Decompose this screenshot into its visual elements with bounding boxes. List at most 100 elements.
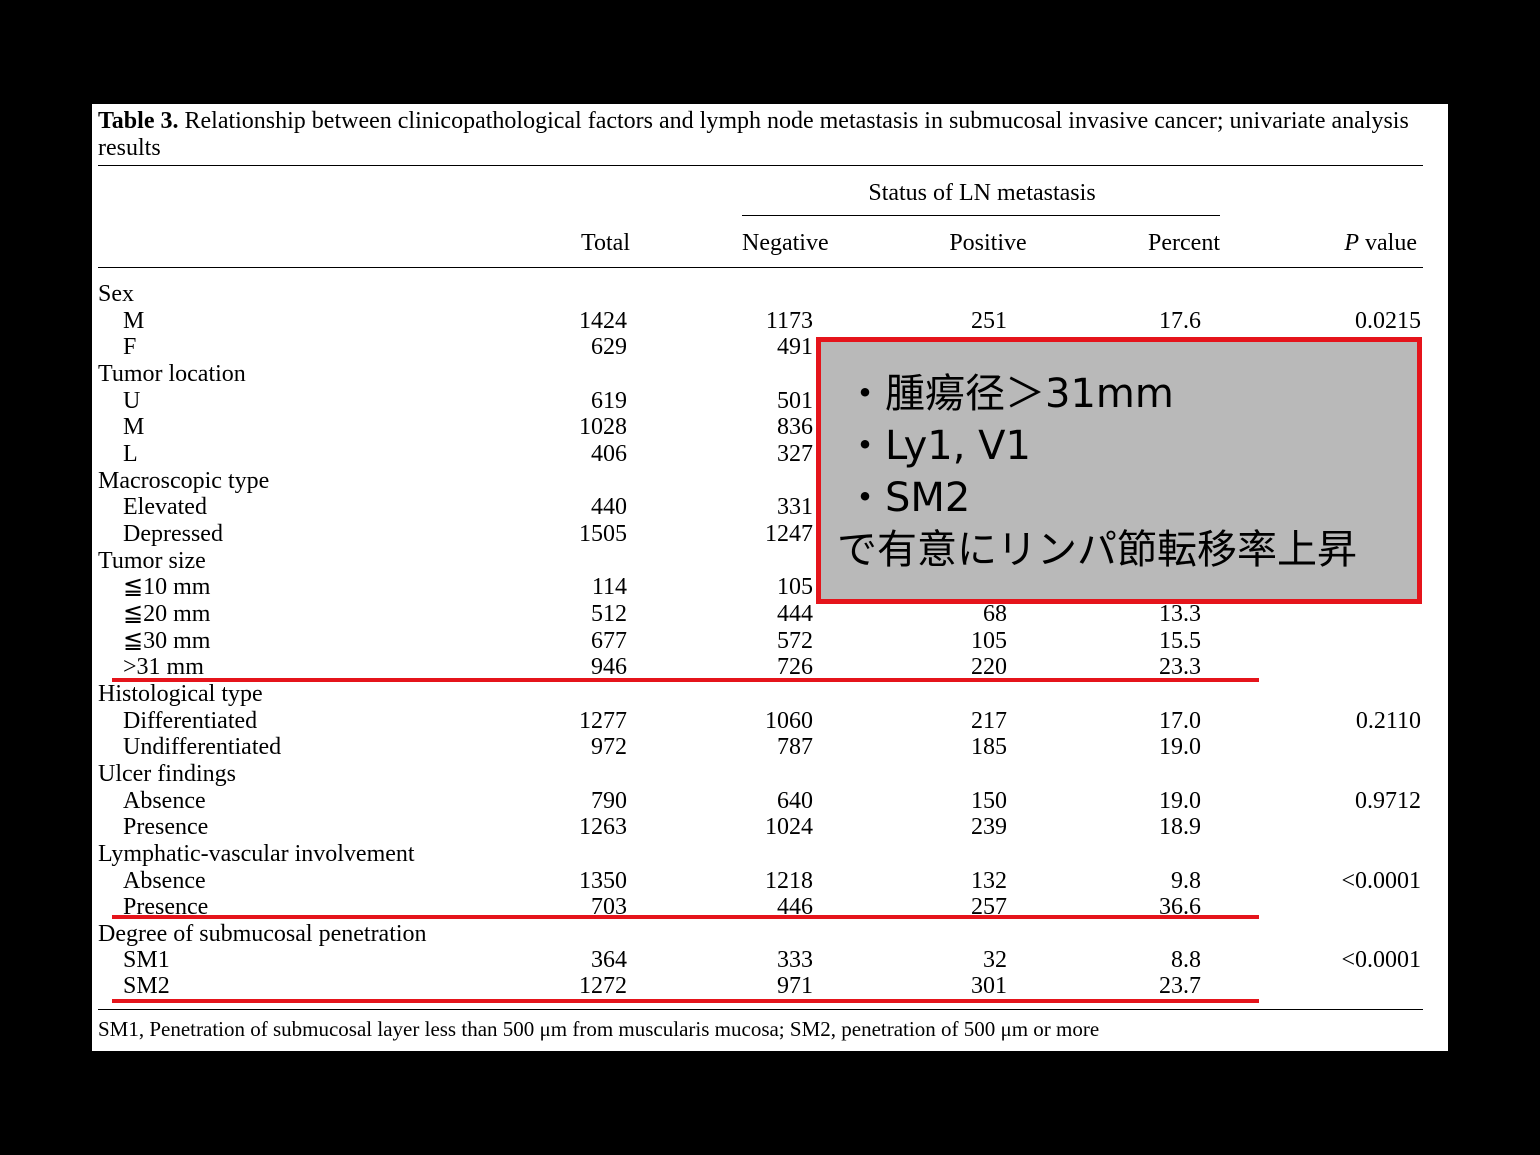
cell-percent: 23.3 [1159,654,1201,680]
cell-total: 677 [591,628,627,654]
cell-positive: 32 [983,947,1007,973]
group-label: Histological type [98,681,263,707]
cell-positive: 301 [971,973,1007,999]
cell-total: 629 [591,334,627,360]
cell-negative: 726 [777,654,813,680]
cell-negative: 1173 [765,308,813,334]
highlight-underline-submucosal [112,999,1259,1003]
cell-negative: 1247 [765,521,813,547]
cell-percent: 18.9 [1159,814,1201,840]
cell-total: 1028 [579,414,627,440]
row-label: Undifferentiated [123,734,282,760]
group-label: Tumor location [98,361,246,387]
callout-line-1: ・腫瘍径＞31mm [845,371,1174,417]
header-total: Total [581,230,630,256]
cell-total: 114 [591,574,627,600]
cell-p: 0.9712 [1355,788,1421,814]
cell-p: 0.2110 [1355,708,1421,734]
row-label: Differentiated [123,708,258,734]
cell-total: 1277 [579,708,627,734]
cell-negative: 572 [777,628,813,654]
bottom-rule [98,1009,1423,1010]
row-label: M [123,308,145,334]
cell-total: 1424 [579,308,627,334]
highlight-underline-tumor-size [112,678,1259,682]
cell-positive: 150 [971,788,1007,814]
row-label: SM2 [123,973,170,999]
table-footnote: SM1, Penetration of submucosal layer les… [98,1017,1100,1041]
cell-negative: 971 [777,973,813,999]
cell-total: 364 [591,947,627,973]
callout-line-4: で有意にリンパ節転移率上昇 [837,527,1357,573]
group-label: Sex [98,281,134,307]
header-rule [98,267,1423,268]
group-rule [742,215,1220,216]
header-positive: Positive [949,230,1027,256]
cell-percent: 9.8 [1171,868,1201,894]
group-label: Tumor size [98,548,206,574]
cell-negative: 640 [777,788,813,814]
cell-percent: 19.0 [1159,788,1201,814]
cell-positive: 251 [971,308,1007,334]
cell-percent: 17.0 [1159,708,1201,734]
group-label: Ulcer findings [98,761,236,787]
cell-p: <0.0001 [1341,947,1421,973]
cell-negative: 444 [777,601,813,627]
cell-total: 619 [591,388,627,414]
row-label: Depressed [123,521,223,547]
row-label: L [123,441,138,467]
cell-negative: 836 [777,414,813,440]
cell-negative: 491 [777,334,813,360]
cell-total: 1263 [579,814,627,840]
caption-text: Relationship between clinicopathological… [98,108,1409,161]
cell-negative: 1060 [765,708,813,734]
cell-total: 406 [591,441,627,467]
cell-p: 0.0215 [1355,308,1421,334]
row-label: F [123,334,137,360]
cell-total: 972 [591,734,627,760]
row-label: ≦30 mm [123,628,211,654]
callout-line-3: ・SM2 [845,475,971,521]
cell-percent: 15.5 [1159,628,1201,654]
highlight-underline-lymphatic [112,915,1259,919]
cell-percent: 19.0 [1159,734,1201,760]
cell-negative: 327 [777,441,813,467]
group-header: Status of LN metastasis [868,180,1096,206]
cell-percent: 8.8 [1171,947,1201,973]
cell-negative: 105 [777,574,813,600]
group-label: Macroscopic type [98,468,270,494]
row-label: U [123,388,141,414]
cell-percent: 17.6 [1159,308,1201,334]
cell-percent: 13.3 [1159,601,1201,627]
row-label: Absence [123,788,206,814]
header-p-value: P value [1344,230,1417,256]
row-label: >31 mm [123,654,204,680]
callout-line-2: ・Ly1, V1 [845,423,1031,469]
cell-positive: 217 [971,708,1007,734]
row-label: Absence [123,868,206,894]
cell-total: 790 [591,788,627,814]
row-label: SM1 [123,947,170,973]
cell-p: <0.0001 [1341,868,1421,894]
cell-total: 1272 [579,973,627,999]
cell-positive: 185 [971,734,1007,760]
row-label: M [123,414,145,440]
cell-positive: 68 [983,601,1007,627]
row-label: Presence [123,814,209,840]
table-caption: Table 3. Relationship between clinicopat… [98,108,1438,162]
cell-positive: 220 [971,654,1007,680]
row-label: Elevated [123,494,207,520]
header-negative: Negative [742,230,829,256]
cell-negative: 333 [777,947,813,973]
cell-negative: 1024 [765,814,813,840]
cell-positive: 105 [971,628,1007,654]
cell-total: 440 [591,494,627,520]
cell-positive: 239 [971,814,1007,840]
header-percent: Percent [1148,230,1220,256]
cell-negative: 331 [777,494,813,520]
cell-positive: 132 [971,868,1007,894]
cell-negative: 1218 [765,868,813,894]
cell-total: 1505 [579,521,627,547]
top-rule [98,165,1423,166]
group-label: Degree of submucosal penetration [98,921,427,947]
